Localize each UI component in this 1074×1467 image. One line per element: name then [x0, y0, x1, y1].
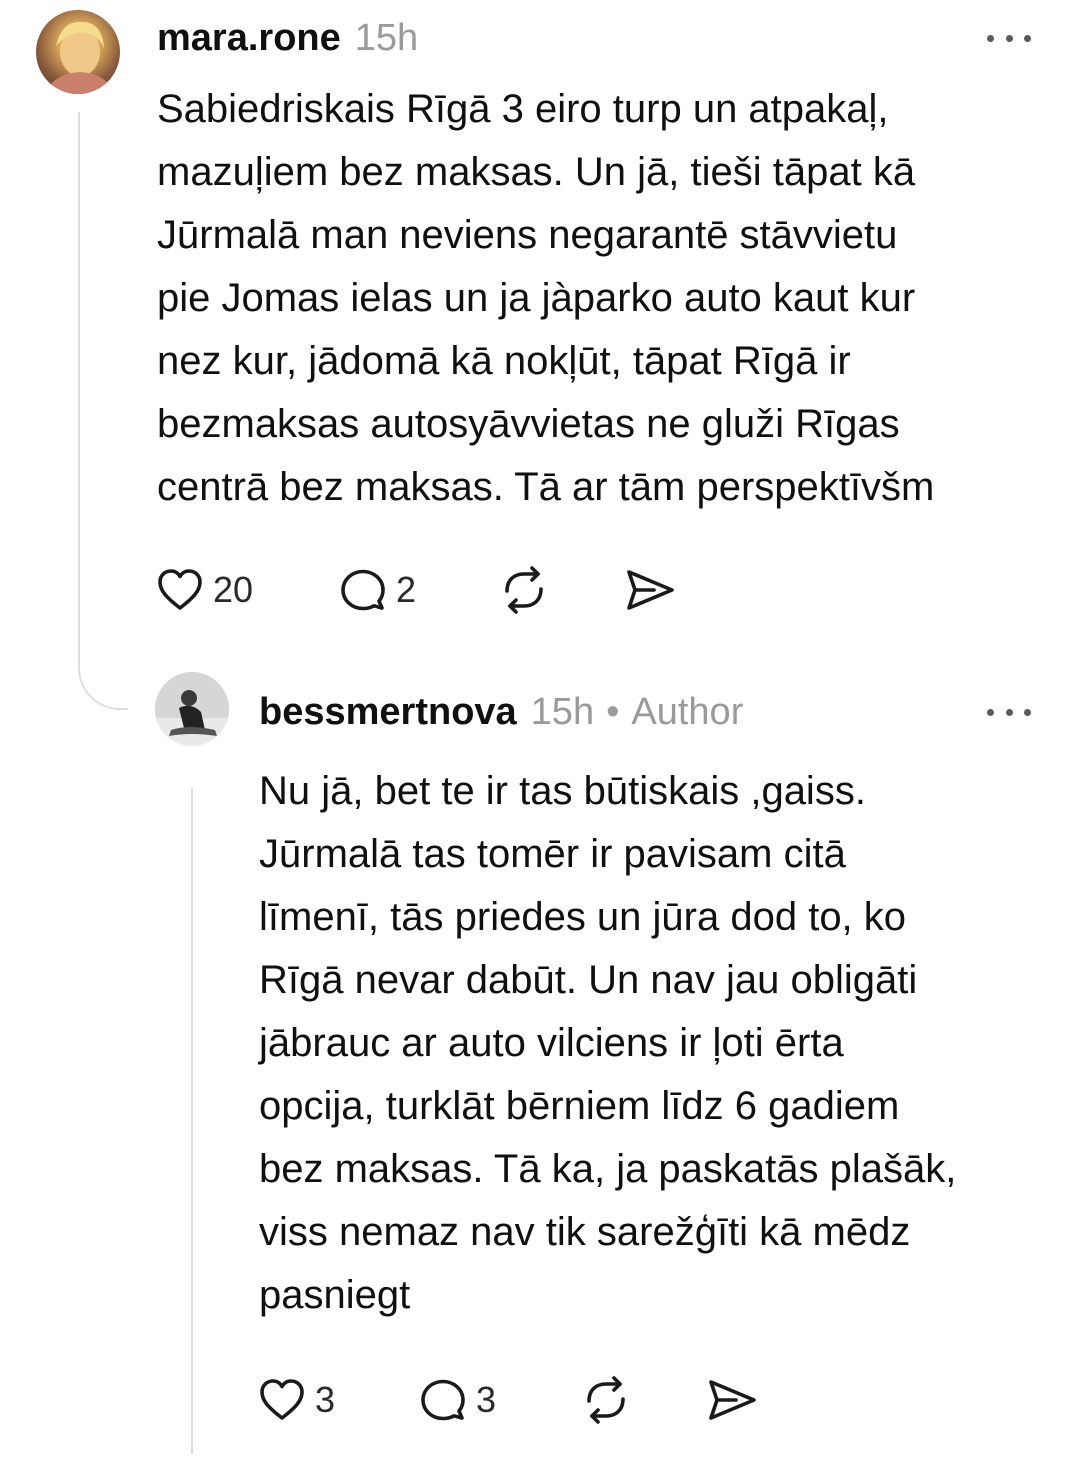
share-button[interactable] [706, 1375, 758, 1425]
share-button[interactable] [624, 565, 676, 615]
avatar-bessmertnova[interactable] [155, 672, 229, 746]
author-badge: Author [631, 691, 744, 733]
reply-actions: 3 3 [259, 1375, 859, 1425]
reply-thread-line [191, 788, 193, 1454]
thread-connector-line [78, 112, 128, 710]
comment-actions: 20 2 [157, 565, 757, 615]
like-count: 3 [315, 1379, 336, 1420]
reply-button[interactable]: 2 [340, 565, 416, 615]
like-button[interactable]: 3 [259, 1375, 335, 1425]
timestamp: 15h [530, 691, 595, 733]
heart-icon [260, 1379, 304, 1420]
more-dots-icon[interactable] [987, 28, 1031, 48]
reply-header: bessmertnova 15h • Author [259, 690, 743, 734]
speech-bubble-icon [341, 569, 385, 611]
speech-bubble-icon [421, 1379, 465, 1421]
repost-button[interactable] [579, 1375, 633, 1425]
repost-icon [505, 566, 543, 614]
comment-header: mara.rone 15h [157, 16, 418, 60]
more-dots-icon[interactable] [987, 702, 1031, 722]
like-count: 20 [213, 569, 254, 610]
heart-icon [158, 569, 202, 610]
repost-icon [587, 1376, 625, 1424]
send-icon [627, 570, 674, 610]
send-icon [709, 1380, 756, 1420]
timestamp: 15h [354, 17, 419, 59]
username[interactable]: bessmertnova [259, 690, 517, 734]
like-button[interactable]: 20 [157, 565, 253, 615]
separator-dot: • [606, 691, 620, 733]
reply-count: 3 [476, 1379, 497, 1420]
username[interactable]: mara.rone [157, 16, 341, 60]
avatar-mara-rone[interactable] [36, 10, 120, 94]
reply-button[interactable]: 3 [420, 1375, 496, 1425]
reply-text: Nu jā, bet te ir tas būtiskais ,gaiss. J… [259, 769, 957, 1317]
comment-text: Sabiedriskais Rīgā 3 eiro turp un atpaka… [157, 87, 935, 509]
repost-button[interactable] [497, 565, 551, 615]
reply-count: 2 [396, 569, 417, 610]
